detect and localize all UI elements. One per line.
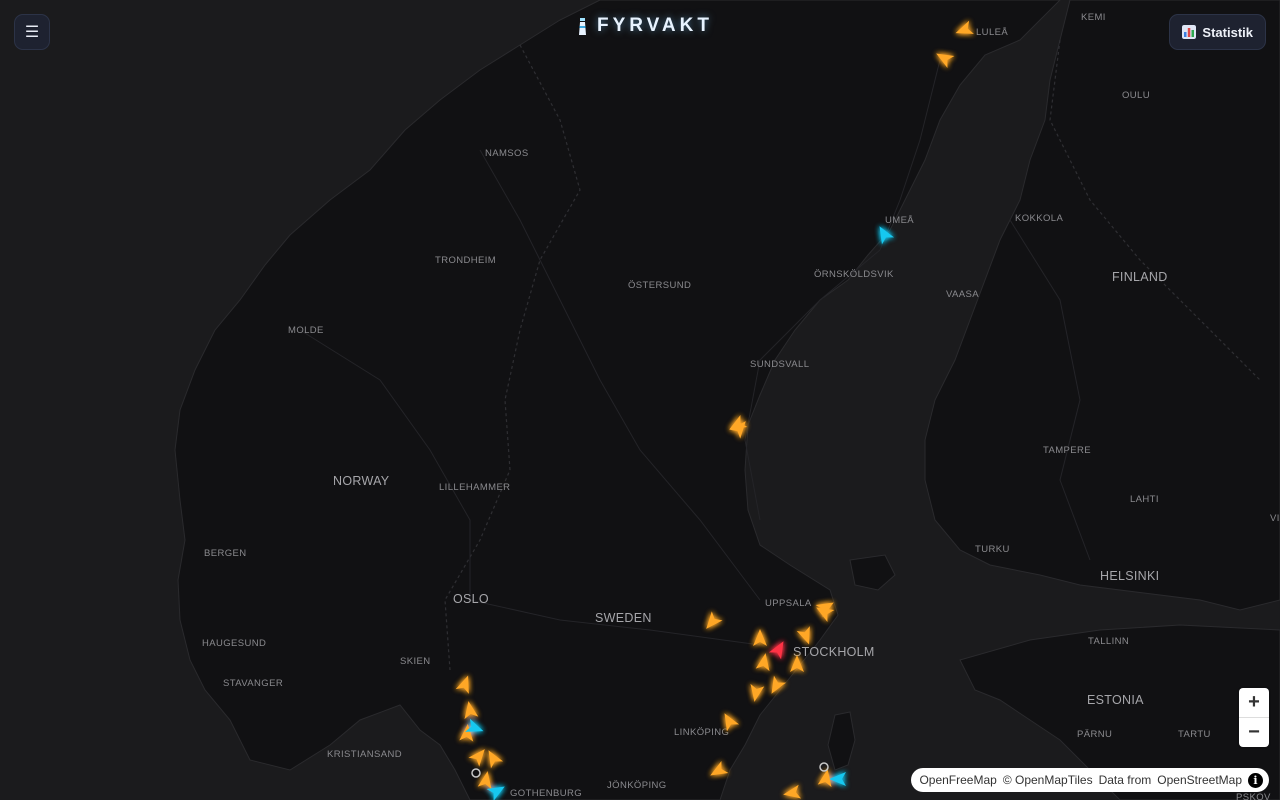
openfreemap-link[interactable]: OpenFreeMap (919, 773, 996, 787)
bar-chart-icon (1182, 25, 1197, 39)
label-stockholm: STOCKHOLM (793, 645, 875, 659)
label-uppsala: UPPSALA (765, 598, 812, 609)
label-lulea: LULEÅ (976, 27, 1008, 38)
label-skien: SKIEN (400, 656, 431, 667)
label-lillehammer: LILLEHAMMER (439, 482, 510, 493)
label-lahti: LAHTI (1130, 494, 1159, 505)
map-attribution: OpenFreeMap © OpenMapTiles Data from Ope… (911, 768, 1269, 792)
label-haugesund: HAUGESUND (202, 638, 266, 649)
zoom-out-button[interactable]: − (1239, 718, 1269, 747)
label-parnu: PÄRNU (1077, 729, 1112, 740)
zoom-in-button[interactable]: + (1239, 688, 1269, 717)
label-bergen: BERGEN (204, 548, 247, 559)
hamburger-icon: ☰ (24, 24, 40, 41)
label-kokkola: KOKKOLA (1015, 213, 1063, 224)
label-helsinki: HELSINKI (1100, 569, 1159, 583)
zoom-control: + − (1239, 688, 1269, 747)
statistics-label: Statistik (1202, 24, 1253, 40)
label-namsos: NAMSOS (485, 148, 529, 159)
label-norway: NORWAY (333, 474, 390, 488)
info-icon[interactable]: i (1248, 772, 1263, 788)
menu-button[interactable]: ☰ (14, 14, 50, 50)
label-molde: MOLDE (288, 325, 324, 336)
label-kristiansand: KRISTIANSAND (327, 749, 402, 760)
statistics-button[interactable]: Statistik (1169, 14, 1266, 50)
label-linkoping: LINKÖPING (674, 727, 729, 738)
label-vi: VI (1270, 513, 1280, 524)
label-ornskoldsvik: ÖRNSKÖLDSVIK (814, 269, 894, 280)
label-stavanger: STAVANGER (223, 678, 283, 689)
openstreetmap-link[interactable]: OpenStreetMap (1157, 773, 1242, 787)
label-turku: TURKU (975, 544, 1010, 555)
label-pskov: PSKOV (1236, 792, 1271, 800)
label-vaasa: VAASA (946, 289, 979, 300)
label-tartu: TARTU (1178, 729, 1211, 740)
app-logo: FYRVAKT (578, 14, 713, 38)
label-estonia: ESTONIA (1087, 693, 1144, 707)
label-umea: UMEÅ (885, 215, 914, 226)
data-from-text: Data from (1098, 773, 1152, 787)
label-sundsvall: SUNDSVALL (750, 359, 809, 370)
app-title: FYRVAKT (597, 15, 713, 36)
label-ostersund: ÖSTERSUND (628, 280, 691, 291)
label-tallinn: TALLINN (1088, 636, 1129, 647)
map-canvas[interactable]: KEMI LULEÅ OULU NAMSOS UMEÅ KOKKOLA TRON… (0, 0, 1280, 800)
label-sweden: SWEDEN (595, 611, 652, 625)
label-finland: FINLAND (1112, 270, 1168, 284)
label-oulu: OULU (1122, 90, 1150, 101)
label-trondheim: TRONDHEIM (435, 255, 496, 266)
label-jonkoping: JÖNKÖPING (607, 780, 667, 791)
label-oslo: OSLO (453, 592, 489, 606)
label-tampere: TAMPERE (1043, 445, 1091, 456)
lighthouse-icon (579, 17, 586, 35)
openmaptiles-link[interactable]: © OpenMapTiles (1003, 773, 1093, 787)
label-gothenburg: GOTHENBURG (510, 788, 582, 799)
label-kemi: KEMI (1081, 12, 1106, 23)
